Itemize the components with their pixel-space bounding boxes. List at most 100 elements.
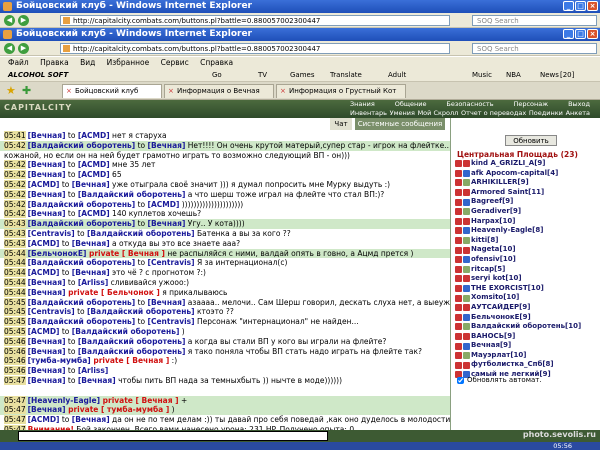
player-name[interactable]: kitti[8] (471, 236, 498, 246)
tab-system-messages[interactable]: Системные сообщения (355, 118, 445, 130)
private-icon[interactable] (455, 352, 462, 360)
tab-combats[interactable]: × Бойцовский клуб (62, 84, 162, 98)
chat-nick[interactable]: [Вечная] (28, 209, 66, 218)
player-name[interactable]: ofensiv[10] (471, 255, 516, 265)
player-item[interactable]: ritcap[5] (455, 265, 599, 275)
chat-nick[interactable]: [ACMD] (148, 200, 180, 209)
player-name[interactable]: БельчонокЕ[9] (471, 313, 531, 323)
chat-nick[interactable]: [Centravis] (148, 317, 195, 326)
maximize-button[interactable]: □ (575, 29, 586, 39)
player-item[interactable]: ofensiv[10] (455, 255, 599, 265)
private-icon[interactable] (455, 179, 462, 187)
chat-nick[interactable]: [Heavenly-Eagle] (28, 396, 100, 405)
private-icon[interactable] (455, 304, 462, 312)
nav-battles[interactable]: Поединки (529, 109, 563, 118)
translate-button[interactable]: Translate (330, 69, 362, 82)
chat-private-tag[interactable]: private [ Бельчонок ] (66, 288, 160, 297)
chat-nick[interactable]: [Вечная] (28, 160, 66, 169)
private-icon[interactable] (455, 285, 462, 293)
refresh-button[interactable]: Обновить (505, 135, 557, 146)
player-item[interactable]: afk Apocom-capital[4] (455, 169, 599, 179)
tab-info-vechnaya[interactable]: × Информация о Вечная (164, 84, 274, 98)
news-button[interactable]: News (540, 69, 559, 82)
tv-button[interactable]: TV (258, 69, 267, 82)
games-button[interactable]: Games (290, 69, 315, 82)
chat-nick[interactable]: [Вечная] (28, 131, 66, 140)
chat-nick[interactable]: [Вечная] (28, 366, 66, 375)
player-name[interactable]: Heavenly-Eagle[8] (471, 226, 543, 236)
nav-knowledge[interactable]: Знания (350, 100, 375, 109)
chat-nick[interactable]: [Вечная] (148, 141, 186, 150)
chat-nick[interactable]: [ACMD] (28, 327, 60, 336)
player-item[interactable]: Armored Saint[11] (455, 188, 599, 198)
chat-nick[interactable]: [Вечная] (28, 337, 66, 346)
chat-nick[interactable]: [Вечная] (28, 288, 66, 297)
chat-nick[interactable]: [Вечная] (72, 239, 110, 248)
player-name[interactable]: ritcap[5] (471, 265, 505, 275)
nav-transfers[interactable]: Отчет о переводах (461, 109, 526, 118)
close-icon[interactable]: × (587, 29, 598, 39)
player-item[interactable]: THE EXORCIST[10] (455, 284, 599, 294)
chat-private-tag[interactable]: private [ Вечная ] (86, 249, 165, 258)
chat-nick[interactable]: [ACMD] (28, 415, 60, 424)
close-tab-icon[interactable]: × (66, 88, 72, 95)
private-icon[interactable] (455, 246, 462, 254)
player-name[interactable]: THE EXORCIST[10] (471, 284, 544, 294)
auto-refresh[interactable]: Обновлять автомат. (457, 376, 542, 384)
back-icon[interactable]: ◀ (4, 43, 15, 54)
player-name[interactable]: футболистка_Спб[8] (471, 360, 554, 370)
private-icon[interactable] (455, 189, 462, 197)
chat-nick[interactable]: [Centravis] (148, 258, 195, 267)
minimize-button[interactable]: _ (563, 29, 574, 39)
chat-nick[interactable]: [Вечная] (148, 219, 186, 228)
nav-communication[interactable]: Общение (395, 100, 427, 109)
chat-nick[interactable]: [Вечная] (72, 415, 110, 424)
chat-nick[interactable]: [ACMD] (78, 170, 110, 179)
chat-nick[interactable]: [Валдайский оборотень] (28, 219, 136, 228)
search-field-back[interactable]: SOQ Search (472, 15, 597, 26)
menu-edit[interactable]: Правка (40, 58, 69, 67)
chat-input[interactable] (18, 431, 328, 441)
menu-favorites[interactable]: Избранное (107, 58, 150, 67)
nav-inventory[interactable]: Инвентарь (350, 109, 387, 118)
chat-nick[interactable]: [Вечная] (148, 298, 186, 307)
nav-security[interactable]: Безопасность (446, 100, 493, 109)
chat-nick[interactable]: [Вечная] (72, 268, 110, 277)
favorites-star-icon[interactable]: ★ (6, 84, 16, 97)
chat-nick[interactable]: [Вечная] (28, 190, 66, 199)
forward-icon[interactable]: ▶ (18, 15, 29, 26)
address-field-back[interactable]: http://capitalcity.combats.com/buttons.p… (60, 15, 450, 26)
private-icon[interactable] (455, 323, 462, 331)
chat-nick[interactable]: [Валдайский оборотень] (28, 200, 136, 209)
close-tab-icon[interactable]: × (280, 88, 286, 95)
chat-nick[interactable]: [Вечная] (28, 278, 66, 287)
nav-character[interactable]: Персонаж (513, 100, 548, 109)
menu-help[interactable]: Справка (200, 58, 233, 67)
player-name[interactable]: afk Apocom-capital[4] (471, 169, 558, 179)
player-name[interactable]: Валдайский оборотень[10] (471, 322, 581, 332)
player-item[interactable]: Xomsito[10] (455, 293, 599, 303)
chat-nick[interactable]: [Валдайский оборотень] (28, 298, 136, 307)
chat-nick[interactable]: [ACMD] (28, 180, 60, 189)
back-icon[interactable]: ◀ (4, 15, 15, 26)
auto-refresh-checkbox[interactable] (457, 376, 464, 384)
player-name[interactable]: Armored Saint[11] (471, 188, 544, 198)
chat-nick[interactable]: [Валдайский оборотень] (78, 190, 186, 199)
private-icon[interactable] (455, 313, 462, 321)
private-icon[interactable] (455, 361, 462, 369)
chat-nick[interactable]: [ACMD] (28, 268, 60, 277)
chat-nick[interactable]: [Валдайский оборотень] (28, 141, 136, 150)
music-button[interactable]: Music (472, 69, 492, 82)
chat-nick[interactable]: [Валдайский оборотень] (28, 258, 136, 267)
menu-file[interactable]: Файл (8, 58, 29, 67)
chat-nick[interactable]: [Валдайский оборотень] (87, 307, 195, 316)
private-icon[interactable] (455, 217, 462, 225)
private-icon[interactable] (455, 256, 462, 264)
add-favorite-icon[interactable]: ✚ (22, 84, 31, 97)
nav-skills[interactable]: Умения (390, 109, 415, 118)
chat-nick[interactable]: [Arliss] (78, 366, 108, 375)
chat-nick[interactable]: [Валдайский оборотень] (78, 337, 186, 346)
chat-nick[interactable]: [Вечная] (28, 170, 66, 179)
player-name[interactable]: kind A_GRIZLI_A[9] (471, 159, 545, 169)
chat-nick[interactable]: [Вечная] (78, 376, 116, 385)
